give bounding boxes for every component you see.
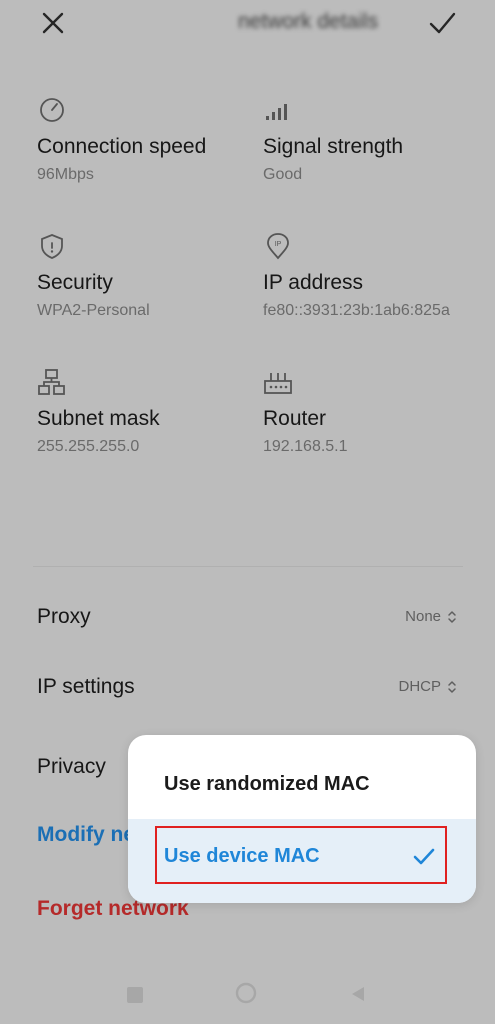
- router-icon: [264, 373, 292, 394]
- router-value: 192.168.5.1: [263, 438, 348, 455]
- subnet-mask-value: 255.255.255.0: [37, 438, 140, 455]
- subnet-mask-label: Subnet mask: [37, 407, 160, 430]
- ip-settings-value: DHCP: [398, 678, 441, 695]
- recents-icon[interactable]: [127, 987, 143, 1003]
- highlight-annotation-box: [155, 826, 447, 884]
- top-bar: network details: [0, 0, 495, 48]
- connection-speed-value: 96Mbps: [37, 166, 94, 183]
- option-randomized-mac-label: Use randomized MAC: [164, 773, 370, 795]
- connection-speed-label: Connection speed: [37, 135, 207, 158]
- close-icon[interactable]: [38, 8, 68, 38]
- security-item: Security WPA2-Personal: [37, 232, 267, 320]
- proxy-row[interactable]: Proxy None: [37, 605, 457, 637]
- security-value: WPA2-Personal: [37, 302, 150, 319]
- ip-settings-value-selector[interactable]: DHCP: [398, 678, 457, 695]
- security-label: Security: [37, 271, 113, 294]
- network-tree-icon: [38, 369, 65, 395]
- chevron-up-down-icon: [448, 610, 456, 623]
- proxy-value-selector[interactable]: None: [405, 608, 457, 625]
- ip-address-item: IP IP address fe80::3931:23b:1ab6:825a: [263, 232, 459, 320]
- ip-settings-label: IP settings: [37, 675, 135, 698]
- back-icon[interactable]: [350, 985, 366, 1003]
- signal-icon: [266, 104, 287, 120]
- proxy-value: None: [405, 608, 441, 625]
- speedometer-icon: [40, 98, 64, 122]
- system-nav-bar: [0, 970, 495, 1024]
- subnet-mask-item: Subnet mask 255.255.255.0: [37, 368, 267, 456]
- option-randomized-mac[interactable]: Use randomized MAC: [128, 735, 476, 819]
- signal-strength-item: Signal strength Good: [263, 96, 463, 184]
- page-title: network details: [238, 10, 379, 33]
- signal-strength-value: Good: [263, 166, 303, 183]
- privacy-label: Privacy: [37, 755, 106, 778]
- section-divider: [33, 566, 463, 567]
- shield-icon: [41, 234, 63, 259]
- ip-pin-icon: IP: [267, 233, 289, 260]
- connection-speed-item: Connection speed 96Mbps: [37, 96, 267, 184]
- ip-address-label: IP address: [263, 271, 364, 294]
- router-item: Router 192.168.5.1: [263, 368, 463, 456]
- confirm-check-icon[interactable]: [426, 8, 458, 38]
- svg-text:IP: IP: [275, 241, 282, 248]
- ip-address-value: fe80::3931:23b:1ab6:825a: [263, 302, 450, 319]
- ip-settings-row[interactable]: IP settings DHCP: [37, 675, 457, 707]
- proxy-label: Proxy: [37, 605, 91, 628]
- home-icon[interactable]: [235, 982, 257, 1004]
- signal-strength-label: Signal strength: [263, 135, 404, 158]
- router-label: Router: [263, 407, 327, 430]
- chevron-up-down-icon: [448, 680, 456, 693]
